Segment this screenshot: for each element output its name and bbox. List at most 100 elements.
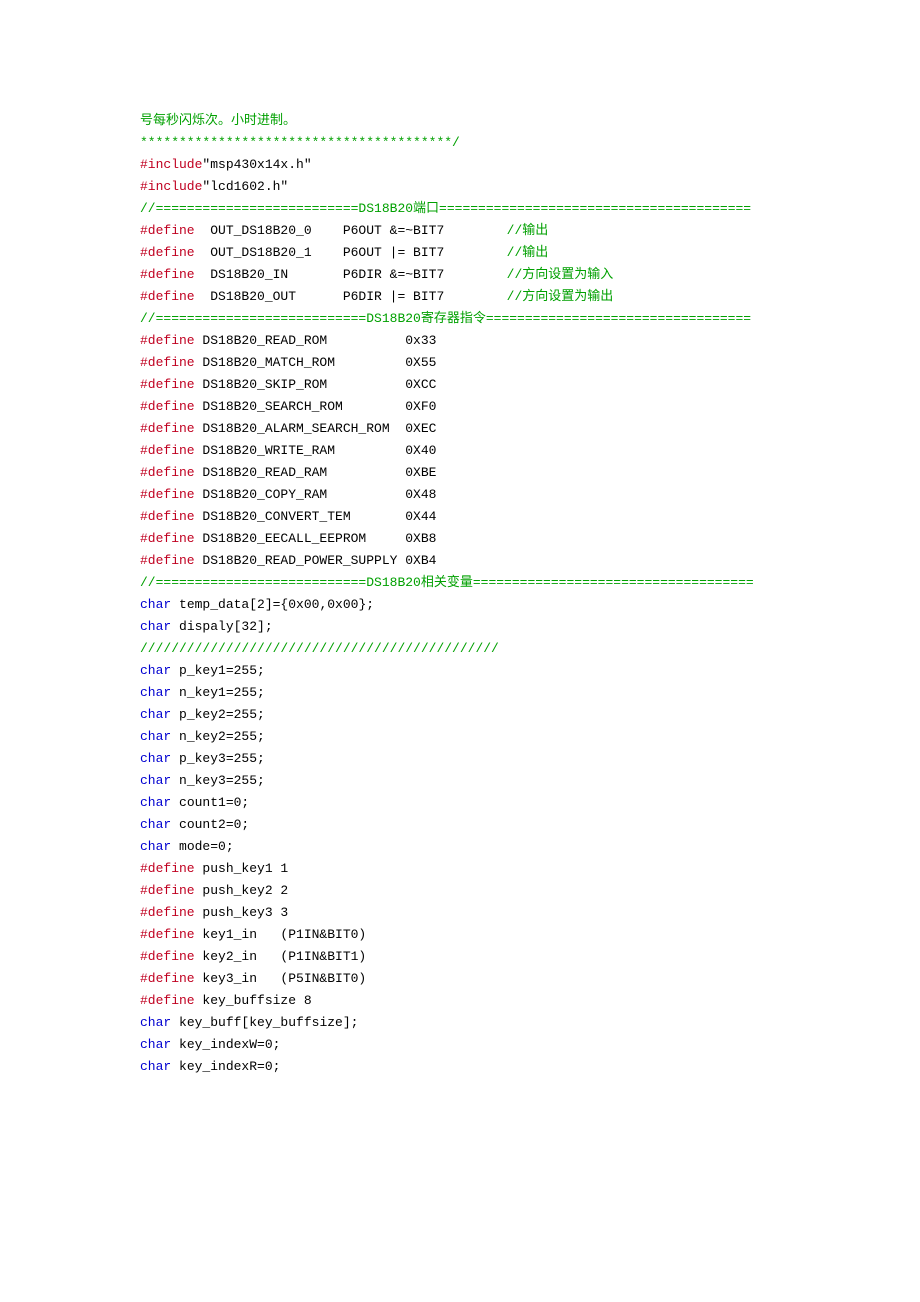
code-line: char p_key1=255; xyxy=(140,660,780,682)
code-line: #define DS18B20_SKIP_ROM 0XCC xyxy=(140,374,780,396)
code-line: #define DS18B20_READ_POWER_SUPPLY 0XB4 xyxy=(140,550,780,572)
code-segment: DS18B20_OUT P6DIR |= BIT7 xyxy=(195,289,507,304)
code-segment: count2=0; xyxy=(171,817,249,832)
code-segment: #define xyxy=(140,949,195,964)
code-segment: #define xyxy=(140,993,195,1008)
code-segment: DS18B20_ALARM_SEARCH_ROM 0XEC xyxy=(195,421,437,436)
code-segment: key_indexW=0; xyxy=(171,1037,280,1052)
code-segment: key2_in (P1IN&BIT1) xyxy=(195,949,367,964)
code-segment: temp_data[2]={0x00,0x00}; xyxy=(171,597,374,612)
code-segment: #define xyxy=(140,399,195,414)
code-segment: key3_in (P5IN&BIT0) xyxy=(195,971,367,986)
code-line: #define DS18B20_IN P6DIR &=~BIT7 //方向设置为… xyxy=(140,264,780,286)
code-segment: key_buff[key_buffsize]; xyxy=(171,1015,358,1030)
code-line: char key_buff[key_buffsize]; xyxy=(140,1012,780,1034)
code-segment: "lcd1602.h" xyxy=(202,179,288,194)
code-line: char temp_data[2]={0x00,0x00}; xyxy=(140,594,780,616)
code-line: #define DS18B20_SEARCH_ROM 0XF0 xyxy=(140,396,780,418)
code-segment: DS18B20_WRITE_RAM 0X40 xyxy=(195,443,437,458)
code-line: #define OUT_DS18B20_1 P6OUT |= BIT7 //输出 xyxy=(140,242,780,264)
code-segment: OUT_DS18B20_0 P6OUT &=~BIT7 xyxy=(195,223,507,238)
code-segment: DS18B20_READ_POWER_SUPPLY 0XB4 xyxy=(195,553,437,568)
code-line: char n_key1=255; xyxy=(140,682,780,704)
code-line: #define DS18B20_CONVERT_TEM 0X44 xyxy=(140,506,780,528)
code-segment: #include xyxy=(140,157,202,172)
code-segment: "msp430x14x.h" xyxy=(202,157,311,172)
code-line: #define push_key1 1 xyxy=(140,858,780,880)
code-segment: //输出 xyxy=(507,223,549,238)
code-line: #define push_key3 3 xyxy=(140,902,780,924)
code-segment: char xyxy=(140,773,171,788)
code-segment: ****************************************… xyxy=(140,135,460,150)
code-line: #define DS18B20_COPY_RAM 0X48 xyxy=(140,484,780,506)
code-segment: DS18B20_MATCH_ROM 0X55 xyxy=(195,355,437,370)
code-segment: #define xyxy=(140,553,195,568)
code-segment: p_key1=255; xyxy=(171,663,265,678)
code-segment: //方向设置为输入 xyxy=(507,267,614,282)
code-segment: mode=0; xyxy=(171,839,233,854)
code-line: char count2=0; xyxy=(140,814,780,836)
code-segment: //==========================DS18B20端口===… xyxy=(140,201,751,216)
code-segment: //===========================DS18B20相关变量… xyxy=(140,575,754,590)
code-segment: #define xyxy=(140,883,195,898)
code-segment: char xyxy=(140,729,171,744)
code-line: #define DS18B20_EECALL_EEPROM 0XB8 xyxy=(140,528,780,550)
code-segment: char xyxy=(140,685,171,700)
code-segment: //方向设置为输出 xyxy=(507,289,614,304)
code-line: #define DS18B20_ALARM_SEARCH_ROM 0XEC xyxy=(140,418,780,440)
code-line: #define key1_in (P1IN&BIT0) xyxy=(140,924,780,946)
code-line: #define DS18B20_MATCH_ROM 0X55 xyxy=(140,352,780,374)
code-segment: DS18B20_SEARCH_ROM 0XF0 xyxy=(195,399,437,414)
code-segment: n_key3=255; xyxy=(171,773,265,788)
code-segment: key_indexR=0; xyxy=(171,1059,280,1074)
code-line: char dispaly[32]; xyxy=(140,616,780,638)
code-segment: #define xyxy=(140,509,195,524)
code-segment: #define xyxy=(140,861,195,876)
code-segment: push_key1 1 xyxy=(195,861,289,876)
code-segment: count1=0; xyxy=(171,795,249,810)
code-segment: dispaly[32]; xyxy=(171,619,272,634)
code-line: #define OUT_DS18B20_0 P6OUT &=~BIT7 //输出 xyxy=(140,220,780,242)
code-segment: #define xyxy=(140,971,195,986)
code-segment: //===========================DS18B20寄存器指… xyxy=(140,311,751,326)
code-line: #define DS18B20_READ_RAM 0XBE xyxy=(140,462,780,484)
code-segment: #define xyxy=(140,267,195,282)
code-segment: DS18B20_IN P6DIR &=~BIT7 xyxy=(195,267,507,282)
code-segment: push_key2 2 xyxy=(195,883,289,898)
code-line: #include"lcd1602.h" xyxy=(140,176,780,198)
code-line: char key_indexW=0; xyxy=(140,1034,780,1056)
code-segment: char xyxy=(140,751,171,766)
code-segment: #define xyxy=(140,487,195,502)
code-segment: char xyxy=(140,795,171,810)
code-line: ****************************************… xyxy=(140,132,780,154)
code-line: char key_indexR=0; xyxy=(140,1056,780,1078)
code-line: 号每秒闪烁次。小时进制。 xyxy=(140,110,780,132)
code-line: ////////////////////////////////////////… xyxy=(140,638,780,660)
code-segment: 号每秒闪烁次。小时进制。 xyxy=(140,113,296,128)
code-segment: char xyxy=(140,1015,171,1030)
code-line: #define push_key2 2 xyxy=(140,880,780,902)
code-segment: char xyxy=(140,1037,171,1052)
code-segment: DS18B20_EECALL_EEPROM 0XB8 xyxy=(195,531,437,546)
code-segment: #define xyxy=(140,355,195,370)
code-segment: key1_in (P1IN&BIT0) xyxy=(195,927,367,942)
code-segment: char xyxy=(140,817,171,832)
code-line: char count1=0; xyxy=(140,792,780,814)
code-segment: DS18B20_SKIP_ROM 0XCC xyxy=(195,377,437,392)
code-segment: DS18B20_COPY_RAM 0X48 xyxy=(195,487,437,502)
code-segment: //输出 xyxy=(507,245,549,260)
code-segment: push_key3 3 xyxy=(195,905,289,920)
code-line: //===========================DS18B20寄存器指… xyxy=(140,308,780,330)
code-segment: DS18B20_CONVERT_TEM 0X44 xyxy=(195,509,437,524)
code-segment: key_buffsize 8 xyxy=(195,993,312,1008)
code-segment: #define xyxy=(140,289,195,304)
code-segment: char xyxy=(140,619,171,634)
code-line: #define key2_in (P1IN&BIT1) xyxy=(140,946,780,968)
code-segment: #define xyxy=(140,443,195,458)
code-line: #define key_buffsize 8 xyxy=(140,990,780,1012)
code-line: char mode=0; xyxy=(140,836,780,858)
code-segment: #define xyxy=(140,905,195,920)
code-segment: char xyxy=(140,707,171,722)
code-line: #define DS18B20_WRITE_RAM 0X40 xyxy=(140,440,780,462)
code-segment: #define xyxy=(140,377,195,392)
